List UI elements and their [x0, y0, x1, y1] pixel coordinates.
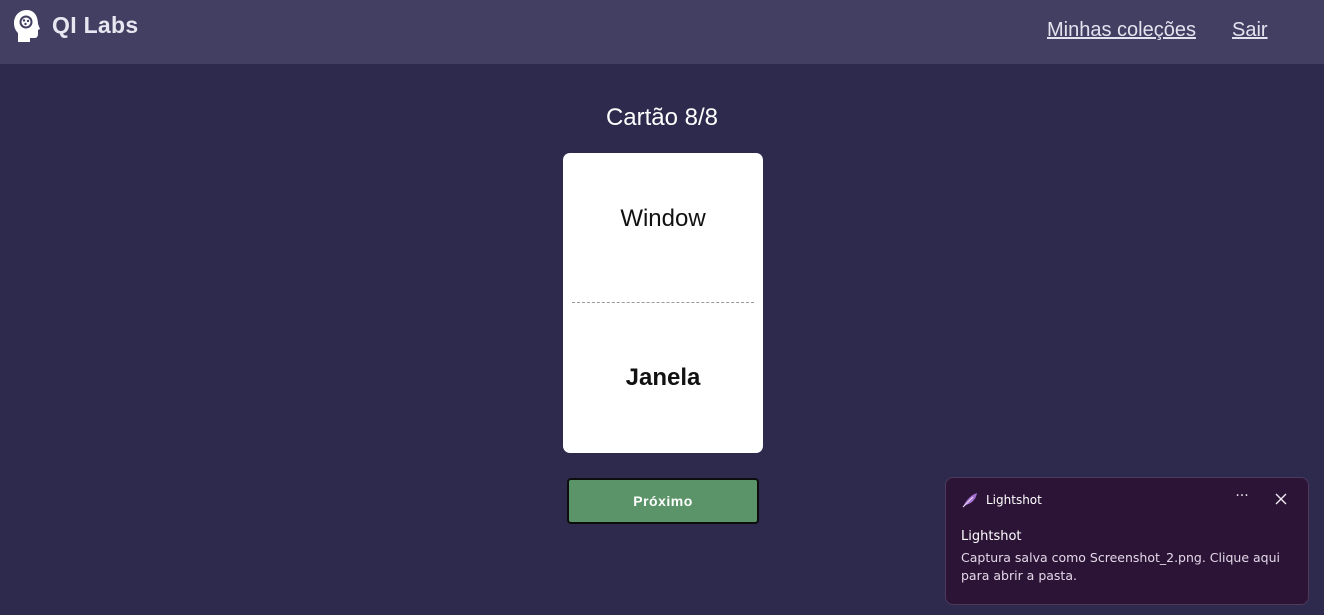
head-brain-icon — [14, 10, 40, 42]
flashcard-back-text: Janela — [625, 364, 701, 391]
next-button[interactable]: Próximo — [567, 478, 759, 524]
top-navigation-bar: QI Labs Minhas coleções Sair — [0, 0, 1324, 64]
notification-app-name: Lightshot — [986, 493, 1042, 507]
nav-link-my-collections[interactable]: Minhas coleções — [1047, 19, 1196, 42]
lightshot-notification[interactable]: Lightshot ··· Lightshot Captura salva co… — [945, 477, 1309, 605]
more-icon[interactable]: ··· — [1231, 488, 1253, 508]
brand-name: QI Labs — [52, 12, 139, 38]
flashcard-front-text: Window — [620, 205, 706, 232]
notification-body[interactable]: Captura salva como Screenshot_2.png. Cli… — [961, 549, 1281, 585]
close-icon[interactable] — [1272, 490, 1290, 508]
nav-link-logout[interactable]: Sair — [1232, 19, 1268, 42]
flashcard-divider — [572, 302, 754, 303]
flashcard[interactable]: Window Janela — [563, 153, 763, 453]
feather-icon — [962, 493, 977, 508]
card-counter: Cartão 8/8 — [605, 104, 719, 131]
notification-title: Lightshot — [961, 529, 1022, 544]
